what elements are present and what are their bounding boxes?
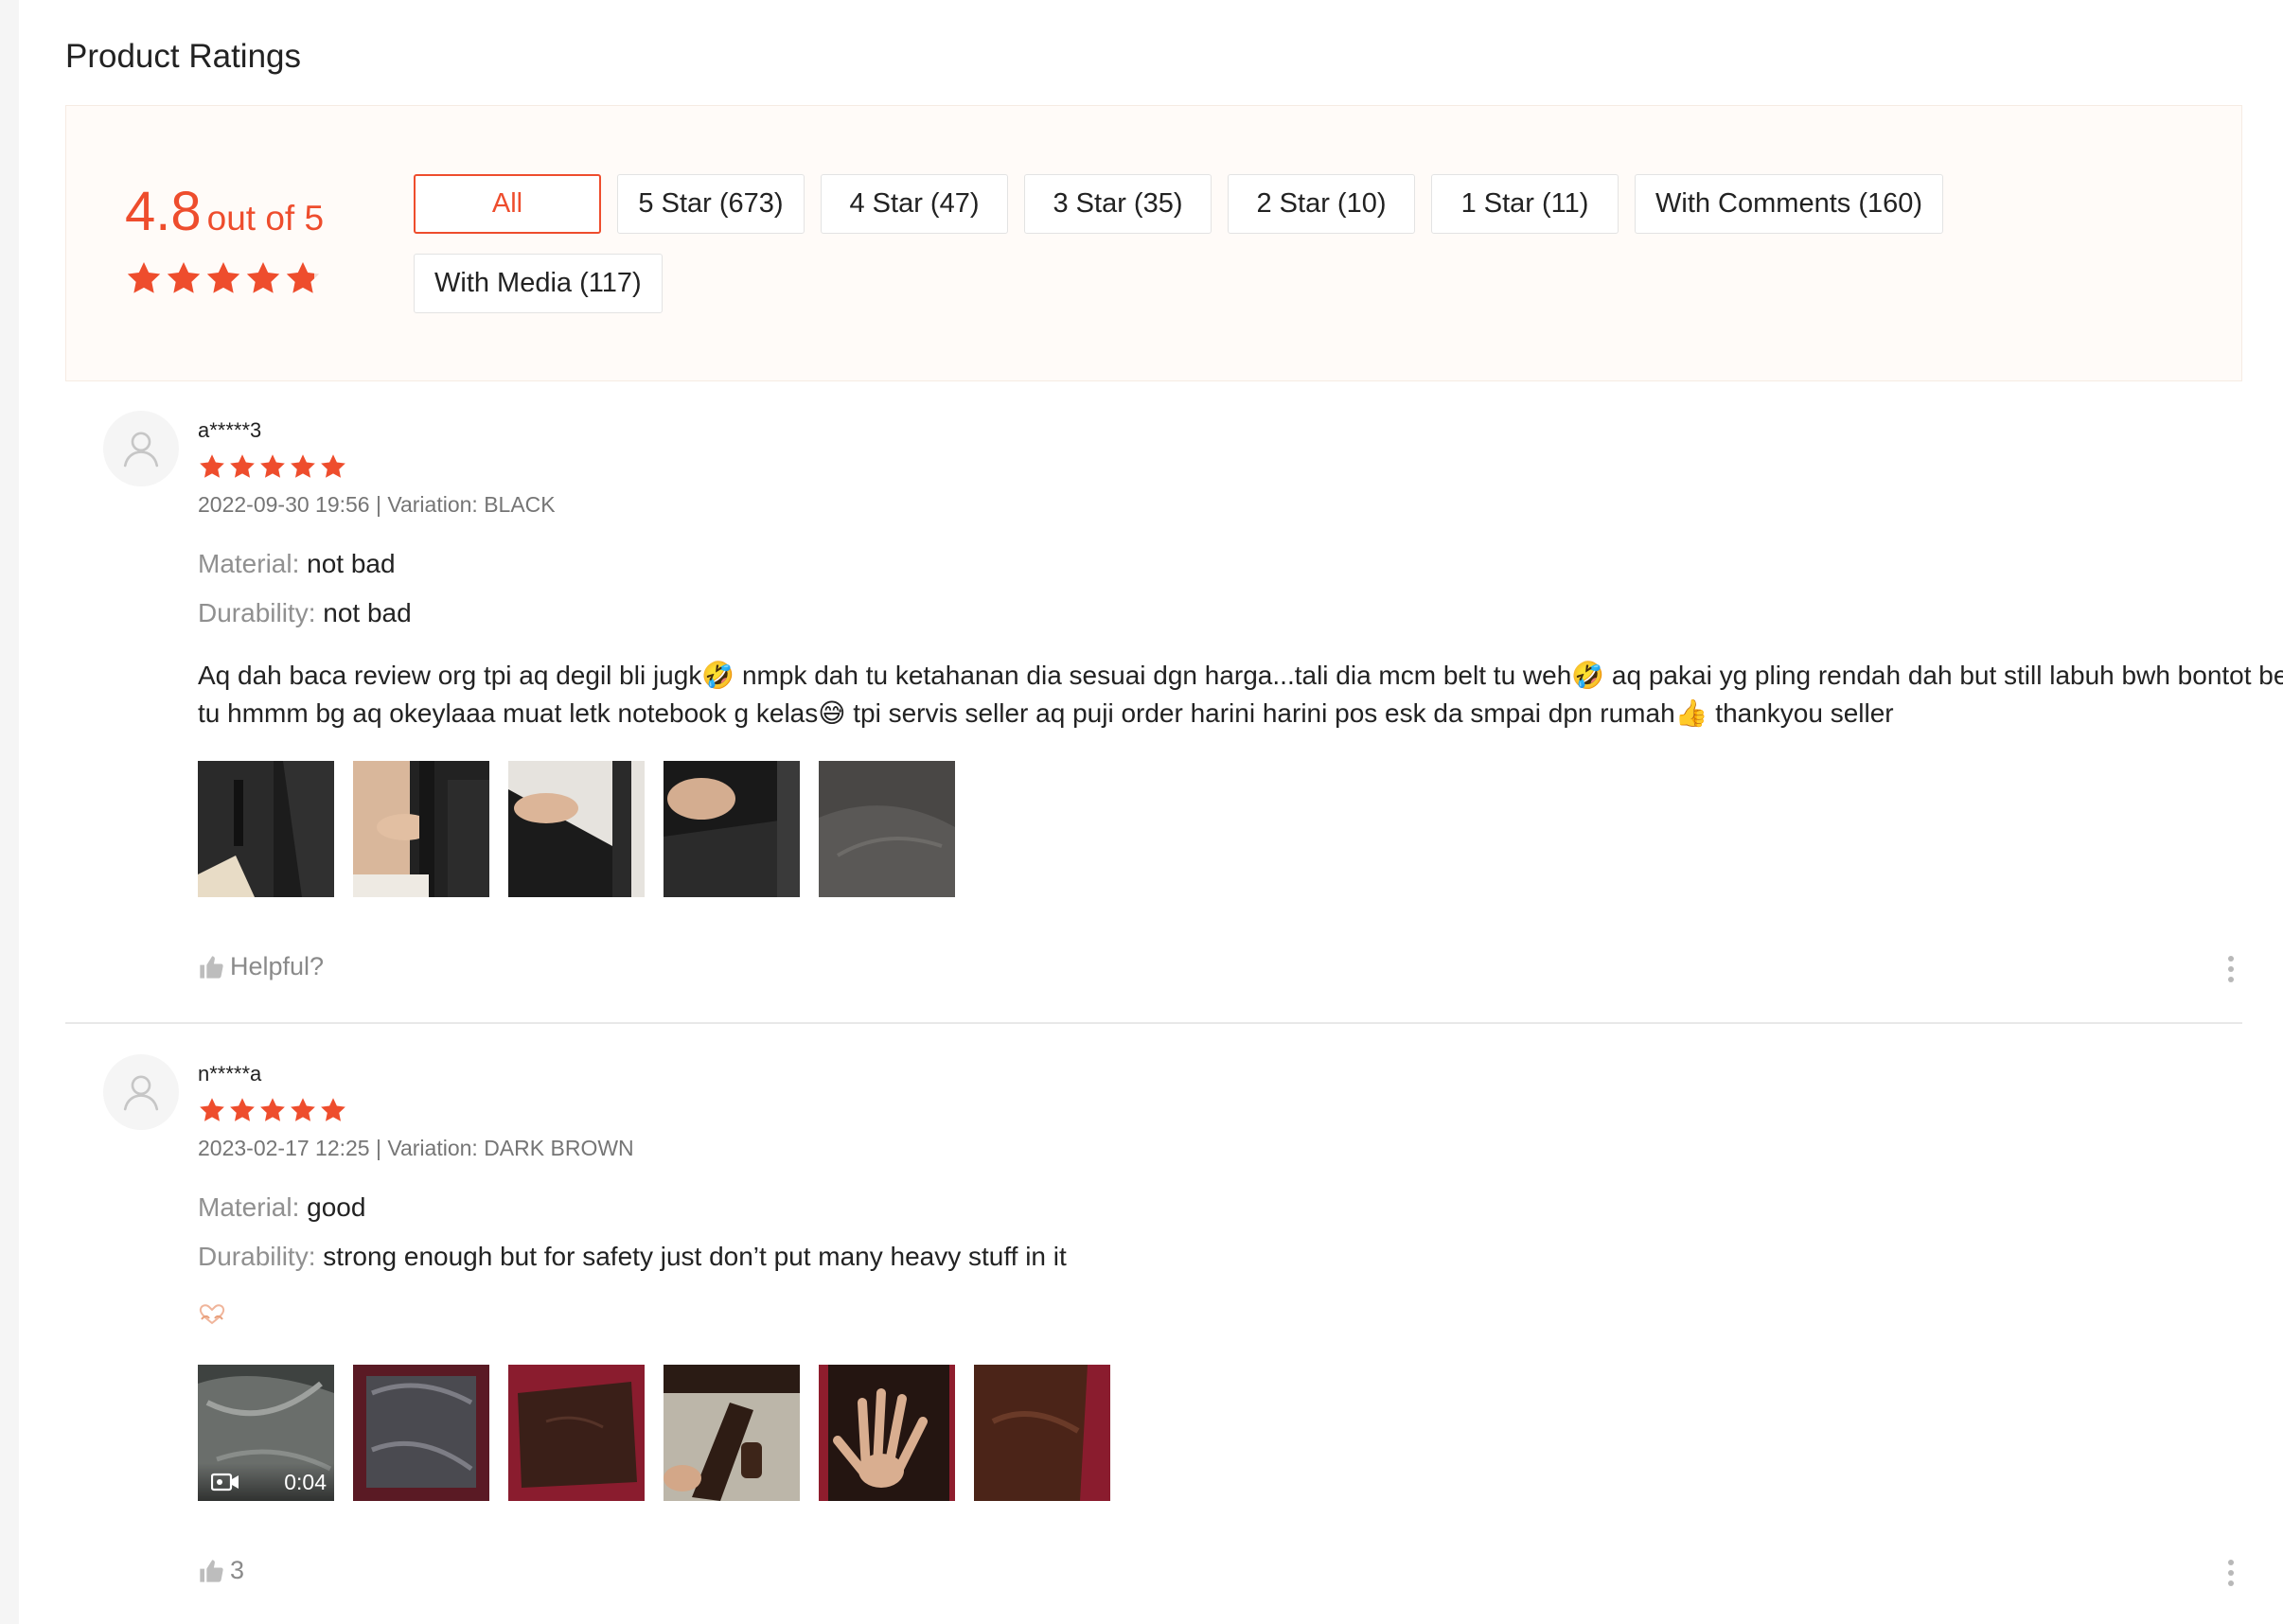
review-item: n*****a 2023-02-17 12:25 | Variation: DA… bbox=[65, 1054, 2242, 1624]
user-icon bbox=[118, 1069, 164, 1115]
star-icon bbox=[228, 452, 257, 481]
review-comment: 🫶 bbox=[198, 1302, 226, 1332]
review-item: a*****3 2022-09-30 19:56 | Variation: BL… bbox=[65, 411, 2283, 1026]
review-meta: 2023-02-17 12:25 | Variation: DARK BROWN bbox=[198, 1136, 634, 1160]
durability-attribute: Durability: strong enough but for safety… bbox=[198, 1242, 1067, 1272]
filter-3-star[interactable]: 3 Star (35) bbox=[1024, 174, 1212, 234]
material-attribute: Material: not bad bbox=[198, 549, 396, 579]
material-value: not bad bbox=[307, 549, 396, 578]
helpful-button[interactable]: 3 bbox=[198, 1556, 244, 1585]
review-media: 0:04 bbox=[198, 1365, 1110, 1501]
review-media bbox=[198, 761, 955, 897]
review-comment: Aq dah baca review org tpi aq degil bli … bbox=[198, 661, 2283, 728]
star-icon bbox=[198, 452, 226, 481]
heart-hands-icon bbox=[199, 1304, 225, 1325]
star-icon bbox=[244, 259, 282, 297]
score-value: 4.8 bbox=[125, 181, 202, 242]
star-icon bbox=[228, 1096, 257, 1124]
review-photo[interactable] bbox=[353, 761, 489, 897]
star-icon bbox=[289, 1096, 317, 1124]
filter-with-media[interactable]: With Media (117) bbox=[414, 254, 663, 313]
review-photo[interactable] bbox=[664, 1365, 800, 1501]
rating-filters: All 5 Star (673) 4 Star (47) 3 Star (35)… bbox=[414, 174, 1947, 313]
review-username: n*****a bbox=[198, 1062, 262, 1086]
page-title: Product Ratings bbox=[65, 38, 302, 75]
star-icon bbox=[289, 452, 317, 481]
star-icon bbox=[258, 452, 287, 481]
helpful-count: 3 bbox=[230, 1556, 245, 1584]
review-star-rating bbox=[198, 452, 347, 481]
avatar[interactable] bbox=[103, 411, 179, 486]
score-suffix: out of 5 bbox=[206, 199, 325, 238]
average-score: 4.8 out of 5 bbox=[125, 180, 324, 243]
review-photo[interactable] bbox=[198, 761, 334, 897]
material-value: good bbox=[307, 1192, 366, 1222]
video-duration: 0:04 bbox=[284, 1469, 327, 1494]
durability-attribute: Durability: not bad bbox=[198, 598, 412, 628]
durability-value: not bad bbox=[323, 598, 412, 627]
durability-label: Durability: bbox=[198, 1242, 316, 1271]
overview-star-rating bbox=[125, 259, 322, 297]
filter-2-star[interactable]: 2 Star (10) bbox=[1228, 174, 1415, 234]
filter-4-star[interactable]: 4 Star (47) bbox=[821, 174, 1008, 234]
review-photo[interactable] bbox=[508, 761, 645, 897]
durability-value: strong enough but for safety just don’t … bbox=[323, 1242, 1067, 1271]
filter-with-comments[interactable]: With Comments (160) bbox=[1635, 174, 1944, 234]
review-photo[interactable] bbox=[819, 1365, 955, 1501]
filter-all[interactable]: All bbox=[414, 174, 601, 234]
star-icon bbox=[319, 1096, 347, 1124]
avatar[interactable] bbox=[103, 1054, 179, 1130]
helpful-label: Helpful? bbox=[230, 952, 325, 980]
review-video[interactable]: 0:04 bbox=[198, 1365, 334, 1501]
review-photo[interactable] bbox=[508, 1365, 645, 1501]
user-icon bbox=[118, 426, 164, 471]
review-username: a*****3 bbox=[198, 418, 262, 442]
product-ratings-panel: Product Ratings 4.8 out of 5 All 5 Star (… bbox=[19, 0, 2283, 1624]
filter-5-star[interactable]: 5 Star (673) bbox=[617, 174, 805, 234]
material-label: Material: bbox=[198, 1192, 300, 1222]
review-star-rating bbox=[198, 1096, 347, 1124]
review-divider bbox=[65, 1022, 2242, 1024]
star-icon bbox=[165, 259, 203, 297]
star-icon bbox=[198, 1096, 226, 1124]
rating-overview: 4.8 out of 5 All 5 Star (673) 4 Star (47)… bbox=[65, 105, 2242, 381]
filter-1-star[interactable]: 1 Star (11) bbox=[1431, 174, 1619, 234]
more-options-icon[interactable] bbox=[2220, 1554, 2242, 1592]
review-meta: 2022-09-30 19:56 | Variation: BLACK bbox=[198, 492, 556, 517]
thumbs-up-icon bbox=[198, 954, 224, 980]
video-camera-icon bbox=[211, 1473, 239, 1492]
star-icon bbox=[258, 1096, 287, 1124]
partial-star-icon bbox=[284, 259, 322, 297]
star-icon bbox=[204, 259, 242, 297]
more-options-icon[interactable] bbox=[2220, 950, 2242, 988]
video-overlay: 0:04 bbox=[198, 1463, 334, 1501]
material-attribute: Material: good bbox=[198, 1192, 365, 1223]
durability-label: Durability: bbox=[198, 598, 316, 627]
star-icon bbox=[125, 259, 163, 297]
material-label: Material: bbox=[198, 549, 300, 578]
review-photo[interactable] bbox=[819, 761, 955, 897]
review-photo[interactable] bbox=[974, 1365, 1110, 1501]
helpful-button[interactable]: Helpful? bbox=[198, 952, 324, 981]
thumbs-up-icon bbox=[198, 1558, 224, 1584]
review-photo[interactable] bbox=[664, 761, 800, 897]
star-icon bbox=[319, 452, 347, 481]
review-photo[interactable] bbox=[353, 1365, 489, 1501]
